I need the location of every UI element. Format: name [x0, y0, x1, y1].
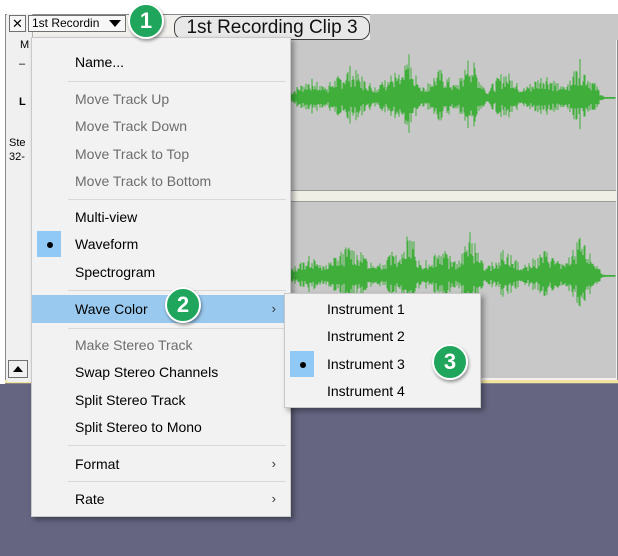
menu-separator	[68, 481, 286, 482]
bullet-icon	[300, 362, 306, 368]
waveform-top-svg	[289, 54, 616, 133]
menu-item-wave-color[interactable]: Wave Color ›	[32, 295, 290, 323]
callout-2: 2	[165, 287, 201, 323]
menu-item-label: Name...	[75, 54, 125, 70]
caret-down-icon	[109, 20, 121, 27]
clip-title-bar[interactable]	[370, 14, 618, 40]
menu-item-move-track-down: Move Track Down	[32, 113, 290, 139]
menu-item-spectrogram[interactable]: Spectrogram	[32, 259, 290, 285]
menu-item-label: Waveform	[75, 236, 139, 252]
menu-item-split-stereo-track[interactable]: Split Stereo Track	[32, 387, 290, 413]
chevron-right-icon: ›	[271, 456, 276, 471]
menu-item-swap-stereo-channels[interactable]: Swap Stereo Channels	[32, 359, 290, 385]
menu-item-label: Wave Color	[75, 301, 148, 317]
menu-item-waveform[interactable]: Waveform	[32, 231, 290, 257]
menu-item-label: Move Track to Bottom	[75, 173, 212, 189]
callout-3: 3	[432, 344, 468, 380]
menu-item-label: Split Stereo to Mono	[75, 419, 202, 435]
menu-item-move-track-to-top: Move Track to Top	[32, 141, 290, 167]
menu-item-label: Swap Stereo Channels	[75, 364, 219, 380]
menu-item-label: Instrument 4	[327, 383, 405, 399]
menu-item-label: Make Stereo Track	[75, 337, 193, 353]
menu-item-instrument-4[interactable]: Instrument 4	[285, 378, 480, 404]
clip-title-label: 1st Recording Clip 3	[186, 17, 358, 38]
menu-item-label: Rate	[75, 491, 105, 507]
menu-item-label: Move Track to Top	[75, 146, 190, 162]
menu-separator	[68, 445, 286, 446]
menu-item-label: Move Track Down	[75, 118, 188, 134]
collapse-track-button[interactable]	[8, 360, 28, 378]
menu-item-label: Spectrogram	[75, 264, 156, 280]
menu-item-label: Format	[75, 456, 120, 472]
channel-info-stereo: Ste	[9, 137, 26, 149]
menu-item-label: Multi-view	[75, 209, 138, 225]
menu-item-move-track-to-bottom: Move Track to Bottom	[32, 168, 290, 194]
chevron-right-icon: ›	[271, 301, 276, 316]
menu-separator	[68, 328, 286, 329]
menu-item-label: Instrument 1	[327, 301, 405, 317]
checked-indicator	[37, 231, 61, 257]
menu-separator	[68, 81, 286, 82]
menu-item-multi-view[interactable]: Multi-view	[32, 204, 290, 230]
waveform-left-channel[interactable]	[289, 40, 616, 190]
channel-info-format: 32-	[9, 151, 25, 163]
menu-item-label: Move Track Up	[75, 91, 170, 107]
bullet-icon	[47, 242, 53, 248]
callout-1: 1	[128, 3, 164, 39]
close-icon: ✕	[12, 16, 23, 31]
chevron-right-icon: ›	[271, 491, 276, 506]
menu-item-rate[interactable]: Rate ›	[32, 486, 290, 512]
audacity-window: M – L Ste 32- ✕ 1st Recordin 1st Recordi…	[0, 0, 618, 556]
menu-item-label: Instrument 3	[327, 356, 405, 372]
mute-label[interactable]: M	[20, 39, 29, 51]
scroll-up-icon	[13, 366, 23, 372]
menu-item-name[interactable]: Name...	[32, 49, 290, 75]
menu-item-label: Instrument 2	[327, 328, 405, 344]
checked-indicator	[290, 351, 314, 377]
menu-item-label: Split Stereo Track	[75, 392, 186, 408]
menu-item-move-track-up: Move Track Up	[32, 86, 290, 112]
menu-item-format[interactable]: Format ›	[32, 451, 290, 477]
menu-item-make-stereo-track: Make Stereo Track	[32, 332, 290, 358]
menu-separator	[68, 199, 286, 200]
channel-divider[interactable]	[290, 190, 616, 202]
pan-left-label: L	[19, 96, 26, 108]
track-name-label: 1st Recordin	[32, 16, 100, 30]
menu-item-split-stereo-to-mono[interactable]: Split Stereo to Mono	[32, 414, 290, 440]
track-dropdown-menu: Name... Move Track Up Move Track Down Mo…	[31, 37, 291, 517]
top-strip	[0, 0, 618, 14]
gain-slider-mark[interactable]: –	[19, 58, 25, 70]
track-name-dropdown[interactable]: 1st Recordin	[28, 15, 126, 32]
close-track-button[interactable]: ✕	[9, 15, 26, 32]
menu-item-instrument-1[interactable]: Instrument 1	[285, 296, 480, 322]
